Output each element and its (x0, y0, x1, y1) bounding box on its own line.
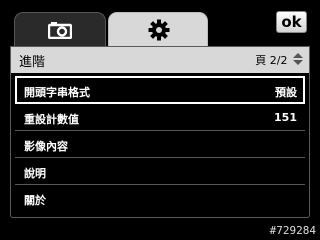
gear-icon (148, 19, 170, 41)
image-id-label: #729284 (269, 224, 316, 237)
menu-item-value: 預設 (275, 86, 297, 99)
page-indicator-text: 頁 2/2 (255, 54, 288, 67)
camera-icon (48, 22, 72, 39)
menu-item-label: 關於 (24, 194, 46, 207)
panel-header: 進階 頁 2/2 (11, 47, 309, 73)
menu-item-label: 開頭字串格式 (24, 86, 90, 99)
menu-item-help[interactable]: 說明 (15, 158, 305, 185)
menu-list: 開頭字串格式 預設 重設計數值 151 影像內容 說明 關於 (15, 76, 305, 212)
tab-camera[interactable] (14, 12, 106, 46)
panel-title: 進階 (19, 55, 46, 70)
menu-item-label: 重設計數值 (24, 113, 79, 126)
tab-settings[interactable] (108, 12, 208, 48)
menu-item-reset-counter[interactable]: 重設計數值 151 (15, 104, 305, 131)
menu-item-image-content[interactable]: 影像內容 (15, 131, 305, 158)
menu-item-label: 影像內容 (24, 140, 68, 153)
menu-item-prefix-format[interactable]: 開頭字串格式 預設 (15, 76, 305, 104)
ok-button[interactable]: ok (276, 11, 307, 33)
page-scroll-arrows-icon[interactable] (293, 53, 303, 65)
settings-panel: 進階 頁 2/2 開頭字串格式 預設 重設計數值 151 影像內容 說明 關於 (10, 46, 310, 218)
menu-item-label: 說明 (24, 167, 46, 180)
menu-item-about[interactable]: 關於 (15, 185, 305, 212)
page-indicator[interactable]: 頁 2/2 (255, 52, 303, 68)
menu-item-value: 151 (274, 111, 297, 124)
